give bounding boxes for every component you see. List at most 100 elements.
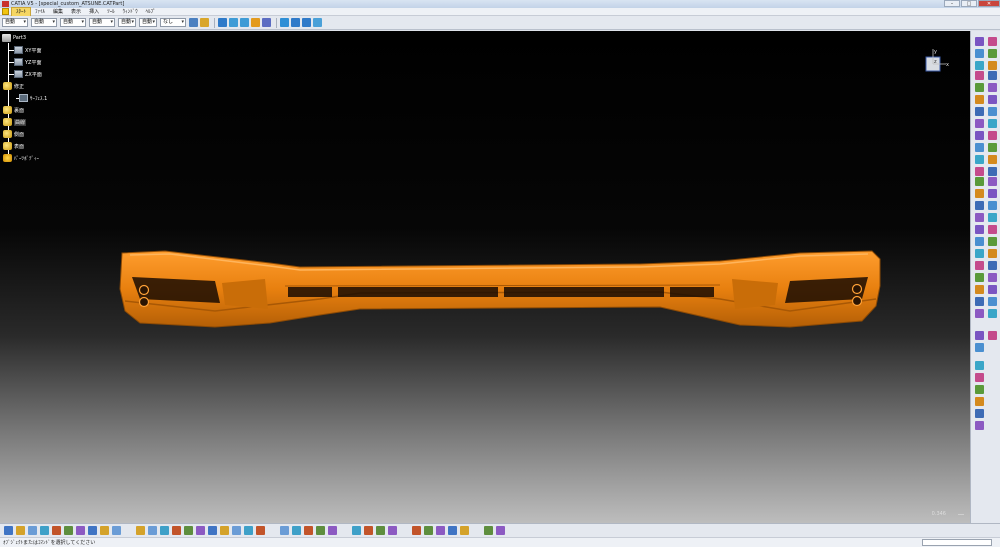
- measure-icon[interactable]: [388, 526, 397, 535]
- swap-space-icon[interactable]: [256, 526, 265, 535]
- trim-icon[interactable]: [975, 143, 984, 152]
- fillet-icon[interactable]: [988, 237, 997, 246]
- sketch-analysis-icon[interactable]: [484, 526, 493, 535]
- join-icon[interactable]: [988, 61, 997, 70]
- fill-icon[interactable]: [975, 83, 984, 92]
- offset-icon[interactable]: [988, 95, 997, 104]
- rotate-icon[interactable]: [988, 261, 997, 270]
- symmetry-icon[interactable]: [988, 273, 997, 282]
- menu-tools[interactable]: ﾂｰﾙ: [103, 8, 119, 16]
- trim-icon[interactable]: [988, 83, 997, 92]
- analysis-icon[interactable]: [975, 385, 984, 394]
- split-icon[interactable]: [975, 131, 984, 140]
- undo-icon[interactable]: [229, 18, 238, 27]
- line-thickness-dropdown[interactable]: 自動: [60, 18, 86, 27]
- translate-icon[interactable]: [988, 249, 997, 258]
- check-icon[interactable]: [328, 526, 337, 535]
- pan-icon[interactable]: [160, 526, 169, 535]
- revolve-icon[interactable]: [975, 61, 984, 70]
- mapping-icon[interactable]: [975, 421, 984, 430]
- layer-dropdown[interactable]: なし: [160, 18, 186, 27]
- point-icon[interactable]: [975, 167, 984, 176]
- intersect-icon[interactable]: [975, 273, 984, 282]
- split-icon[interactable]: [988, 71, 997, 80]
- extract-icon[interactable]: [975, 285, 984, 294]
- paste-icon[interactable]: [76, 526, 85, 535]
- connect-icon[interactable]: [975, 249, 984, 258]
- transparency-dropdown[interactable]: 自動: [31, 18, 57, 27]
- sketch-icon[interactable]: [975, 37, 984, 46]
- select-icon[interactable]: [218, 18, 227, 27]
- command-input[interactable]: [922, 539, 992, 546]
- draft-icon[interactable]: [975, 397, 984, 406]
- properties-icon[interactable]: [200, 18, 209, 27]
- open-icon[interactable]: [16, 526, 25, 535]
- color-dropdown[interactable]: 自動: [2, 18, 28, 27]
- project-icon[interactable]: [975, 261, 984, 270]
- update-icon[interactable]: [448, 526, 457, 535]
- zoom-out-icon[interactable]: [196, 526, 205, 535]
- rule-icon[interactable]: [316, 526, 325, 535]
- constraint-icon[interactable]: [376, 526, 385, 535]
- scale-icon[interactable]: [975, 361, 984, 370]
- rotate-icon[interactable]: [975, 331, 984, 340]
- sketch-icon[interactable]: [251, 18, 260, 27]
- workbench-icon[interactable]: [291, 18, 300, 27]
- format-painter-icon[interactable]: [189, 18, 198, 27]
- rotate-view-icon[interactable]: [172, 526, 181, 535]
- copy-icon[interactable]: [64, 526, 73, 535]
- project-icon[interactable]: [988, 201, 997, 210]
- table-icon[interactable]: [436, 526, 445, 535]
- symmetry-icon[interactable]: [975, 343, 984, 352]
- plane-icon[interactable]: [975, 189, 984, 198]
- undo-icon[interactable]: [88, 526, 97, 535]
- menu-help[interactable]: ﾍﾙﾌﾟ: [142, 8, 160, 16]
- print-icon[interactable]: [40, 526, 49, 535]
- corner-icon[interactable]: [975, 237, 984, 246]
- catalog-icon[interactable]: [424, 526, 433, 535]
- offset-icon[interactable]: [975, 155, 984, 164]
- formula-icon[interactable]: [280, 526, 289, 535]
- loft-icon[interactable]: [988, 37, 997, 46]
- translate-icon[interactable]: [975, 309, 984, 318]
- blend-icon[interactable]: [975, 107, 984, 116]
- measure-icon[interactable]: [262, 18, 271, 27]
- new-icon[interactable]: [4, 526, 13, 535]
- curve-icon[interactable]: [988, 143, 997, 152]
- scale-icon[interactable]: [988, 285, 997, 294]
- point-icon[interactable]: [988, 107, 997, 116]
- line-type-dropdown[interactable]: 自動: [89, 18, 115, 27]
- spline-icon[interactable]: [988, 155, 997, 164]
- sweep-icon[interactable]: [975, 71, 984, 80]
- extrude-icon[interactable]: [975, 49, 984, 58]
- menu-edit[interactable]: 編集: [49, 8, 67, 16]
- extract-icon[interactable]: [988, 225, 997, 234]
- catia-logo-icon[interactable]: [2, 8, 9, 15]
- render-style-icon[interactable]: [232, 526, 241, 535]
- close-button[interactable]: ✕: [978, 0, 1000, 7]
- zoom-in-icon[interactable]: [184, 526, 193, 535]
- comment-icon[interactable]: [292, 526, 301, 535]
- grid-icon[interactable]: [364, 526, 373, 535]
- knowledge-icon[interactable]: [302, 18, 311, 27]
- views-icon[interactable]: [220, 526, 229, 535]
- catalog-icon[interactable]: [313, 18, 322, 27]
- knowledge-icon[interactable]: [304, 526, 313, 535]
- menu-insert[interactable]: 挿入: [85, 8, 103, 16]
- redo-icon[interactable]: [240, 18, 249, 27]
- curve-icon[interactable]: [975, 201, 984, 210]
- analysis-icon[interactable]: [988, 309, 997, 318]
- menu-window[interactable]: ｳｨﾝﾄﾞｳ: [119, 8, 142, 16]
- normal-view-icon[interactable]: [208, 526, 217, 535]
- circle-icon[interactable]: [988, 167, 997, 176]
- circle-icon[interactable]: [975, 225, 984, 234]
- point-symbol-dropdown[interactable]: 自動: [118, 18, 136, 27]
- line-icon[interactable]: [988, 119, 997, 128]
- bumper-model[interactable]: [0, 31, 970, 523]
- intersect-icon[interactable]: [988, 213, 997, 222]
- maximize-button[interactable]: □: [961, 0, 977, 7]
- help-icon[interactable]: [112, 526, 121, 535]
- spline-icon[interactable]: [975, 213, 984, 222]
- minimize-button[interactable]: –: [944, 0, 960, 7]
- menu-start[interactable]: ｽﾀｰﾄ: [11, 6, 32, 17]
